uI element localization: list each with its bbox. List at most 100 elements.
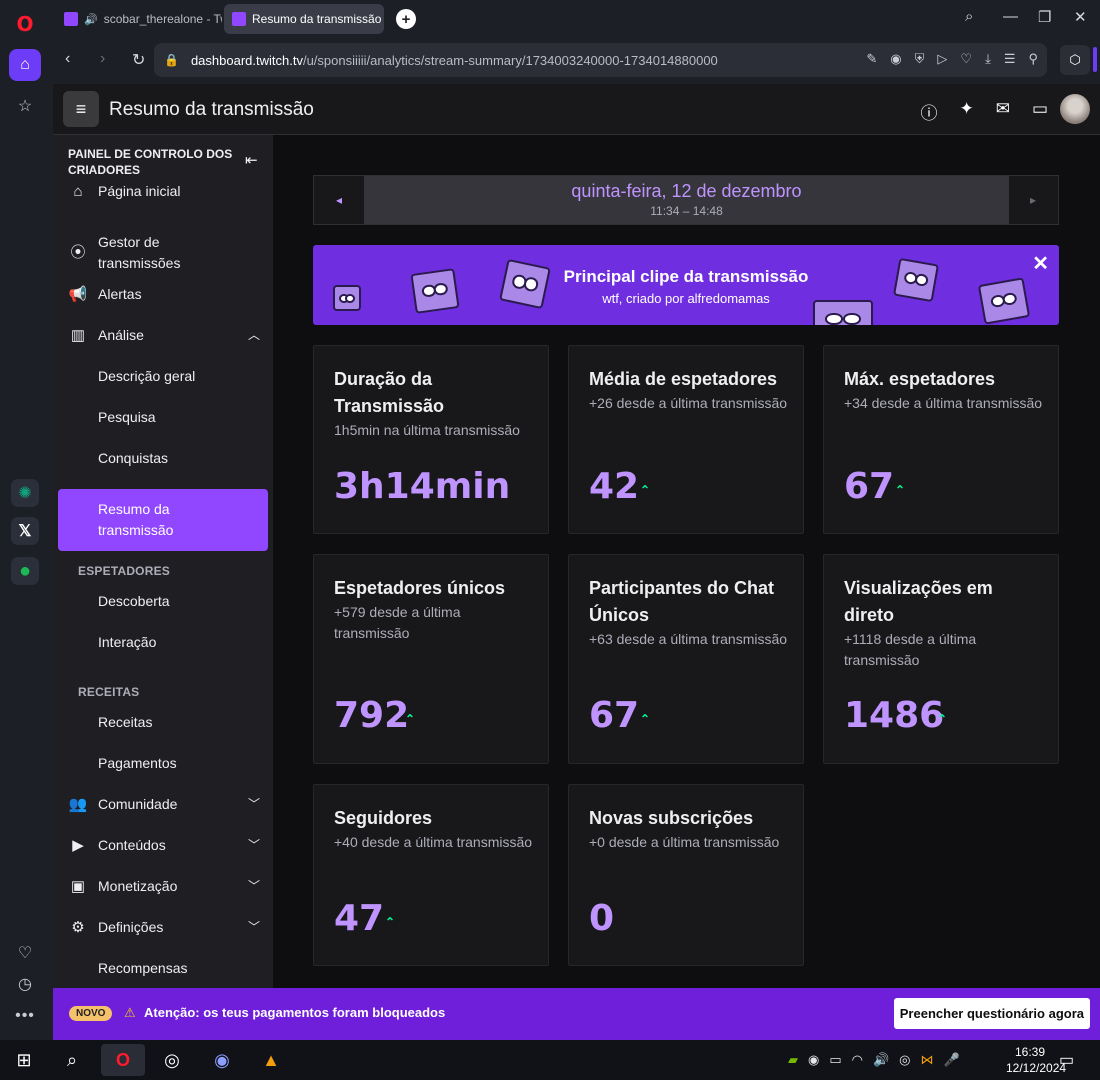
wifi-icon[interactable]: ◠ xyxy=(852,1052,863,1068)
stat-delta: +1118 desde a última transmissão xyxy=(844,631,977,668)
profile-icon[interactable]: ⚲ xyxy=(1028,51,1038,67)
stat-card-live-views: Visualizações em direto +1118 desde a úl… xyxy=(823,554,1059,764)
stat-value: 67 xyxy=(589,695,640,736)
nav-label: Recompensas xyxy=(98,959,188,976)
url-actions: ✎ ◉ ⛨ ▷ ♡ ⤓ ☰ ⚲ xyxy=(866,51,1038,67)
inbox-icon[interactable]: ✉ xyxy=(996,99,1010,124)
taskbar: ⊞ ⌕ O ◎ ◉ ▲ ▰ ◉ ▭ ◠ 🔊 ◎ ⋈ 🎤 16:39 12/12/… xyxy=(0,1040,1100,1080)
gear-icon: ⚙ xyxy=(71,918,85,936)
lock-icon[interactable]: 🔒 xyxy=(164,53,179,67)
home-icon[interactable]: ⌂ xyxy=(9,49,41,81)
previous-stream-button[interactable]: ◂ xyxy=(314,176,364,224)
speaker-icon[interactable]: 🔊 xyxy=(84,13,98,26)
notifications-icon[interactable]: ▭ xyxy=(1059,1050,1074,1070)
app-tray-icon[interactable]: ⋈ xyxy=(921,1052,934,1068)
system-clock[interactable]: 16:39 12/12/2024 xyxy=(1006,1044,1066,1076)
easy-setup-icon[interactable]: ☰ xyxy=(1004,51,1016,67)
discord-icon[interactable]: ◉ xyxy=(808,1052,819,1068)
steam-taskbar-icon[interactable]: ◎ xyxy=(150,1044,194,1076)
nav-label: Página inicial xyxy=(98,182,181,199)
discord-taskbar-icon[interactable]: ◉ xyxy=(200,1044,244,1076)
shield-icon[interactable]: ⛨ xyxy=(915,51,925,67)
forward-icon[interactable]: › xyxy=(100,50,105,68)
more-icon[interactable]: ••• xyxy=(9,1000,41,1032)
stat-delta: +0 desde a última transmissão xyxy=(589,834,780,850)
battery-icon[interactable]: ▭ xyxy=(829,1052,841,1068)
system-tray: ▰ ◉ ▭ ◠ 🔊 ◎ ⋈ 🎤 xyxy=(788,1052,960,1068)
tab-title: Resumo da transmissão - T xyxy=(252,12,384,26)
minimize-button[interactable]: — xyxy=(1003,8,1018,25)
sparkle-icon[interactable]: ✦ xyxy=(959,99,973,124)
close-window-button[interactable]: ✕ xyxy=(1074,8,1087,26)
stat-value: 67 xyxy=(844,466,895,507)
tab-scobar[interactable]: 🔊 scobar_therealone - Tw xyxy=(56,4,222,34)
edit-icon[interactable]: ✎ xyxy=(866,51,877,67)
top-clip-banner[interactable]: Principal clipe da transmissão wtf, cria… xyxy=(313,245,1059,325)
nvidia-icon[interactable]: ▰ xyxy=(788,1052,798,1068)
stat-title: Espetadores únicos xyxy=(334,578,506,598)
stat-title: Seguidores xyxy=(334,808,433,828)
fill-survey-button[interactable]: Preencher questionário agora xyxy=(893,998,1090,1029)
opera-taskbar-icon[interactable]: O xyxy=(101,1044,145,1076)
next-stream-button[interactable]: ▸ xyxy=(1008,176,1058,224)
community-icon: 👥 xyxy=(68,795,88,813)
avatar[interactable] xyxy=(1060,94,1090,124)
heart-icon[interactable]: ♡ xyxy=(960,51,972,67)
windows-start-icon[interactable]: ⊞ xyxy=(2,1044,46,1076)
stat-title: Média de espetadores xyxy=(589,369,778,389)
section-viewers: ESPETADORES xyxy=(78,564,170,578)
whispers-icon[interactable]: ▭ xyxy=(1032,99,1048,124)
play-icon[interactable]: ▷ xyxy=(937,51,947,67)
stat-delta: +40 desde a última transmissão xyxy=(334,834,533,850)
creator-dashboard-nav: PAINEL DE CONTROLO DOS CRIADORES ⇤ ⌂ Pág… xyxy=(53,135,273,988)
help-icon[interactable]: ⓘ xyxy=(920,99,937,124)
spotify-icon[interactable]: ● xyxy=(11,557,39,585)
stat-value: 1486 xyxy=(844,695,945,736)
trend-up-icon: ⌃ xyxy=(405,712,416,726)
new-tab-button[interactable]: + xyxy=(396,9,416,29)
date-display: quinta-feira, 12 de dezembro 11:34 – 14:… xyxy=(364,176,1009,224)
volume-icon[interactable]: 🔊 xyxy=(873,1052,889,1068)
restore-button[interactable]: ❐ xyxy=(1038,8,1051,26)
app-taskbar-icon[interactable]: ▲ xyxy=(249,1044,293,1076)
stream-time: 11:34 – 14:48 xyxy=(650,204,723,218)
stat-delta: +26 desde a última transmissão xyxy=(589,395,788,411)
history-icon[interactable]: ◷ xyxy=(9,968,41,1000)
stat-title: Novas subscrições xyxy=(589,808,754,828)
reload-icon[interactable]: ↻ xyxy=(132,50,145,70)
nav-item-stream-summary[interactable]: Resumo da transmissão xyxy=(58,499,268,541)
trend-up-icon: ⌃ xyxy=(640,483,651,497)
x-icon[interactable]: 𝕏 xyxy=(11,517,39,545)
sidebar-toggle[interactable] xyxy=(1093,47,1097,72)
camera-icon[interactable]: ◉ xyxy=(890,51,901,67)
tab-stream-summary[interactable]: Resumo da transmissão - T xyxy=(224,4,384,34)
download-icon[interactable]: ⤓ xyxy=(985,51,991,67)
back-icon[interactable]: ‹ xyxy=(65,50,70,68)
nav-label: Conquistas xyxy=(98,449,169,466)
star-icon[interactable]: ☆ xyxy=(9,90,41,122)
chevron-down-icon: ﹀ xyxy=(247,919,260,934)
extensions-icon[interactable]: ⬡ xyxy=(1060,45,1090,75)
heart-icon[interactable]: ♡ xyxy=(9,937,41,969)
broadcast-icon: ⦿ xyxy=(70,244,86,261)
tab-title: scobar_therealone - Tw xyxy=(103,12,222,26)
stat-title: Duração da Transmissão xyxy=(334,369,445,416)
chevron-down-icon: ﹀ xyxy=(247,796,260,811)
steam-icon[interactable]: ◎ xyxy=(899,1052,910,1068)
stat-value: 0 xyxy=(589,898,615,939)
chatgpt-icon[interactable]: ✺ xyxy=(11,479,39,507)
menu-button[interactable]: ≡ xyxy=(63,91,99,127)
url-host: dashboard.twitch.tv xyxy=(190,52,303,68)
search-icon[interactable]: ⌕ xyxy=(50,1044,94,1076)
microphone-icon[interactable]: 🎤 xyxy=(944,1052,960,1068)
search-icon[interactable]: ⌕ xyxy=(965,8,973,25)
stat-card-duration: Duração da Transmissão 1h5min na última … xyxy=(313,345,549,534)
date-selector: ◂ quinta-feira, 12 de dezembro 11:34 – 1… xyxy=(313,175,1059,225)
stat-delta: +579 desde a última transmissão xyxy=(334,604,461,641)
opera-logo-icon[interactable]: O xyxy=(9,8,41,40)
close-banner-button[interactable]: ✕ xyxy=(1032,251,1049,276)
nav-item-stream-manager[interactable]: ⦿ Gestor de transmissões xyxy=(58,232,268,274)
collapse-nav-icon[interactable]: ⇤ xyxy=(245,151,258,169)
twitch-icon xyxy=(232,12,246,26)
trend-up-icon: ⌃ xyxy=(937,712,948,726)
